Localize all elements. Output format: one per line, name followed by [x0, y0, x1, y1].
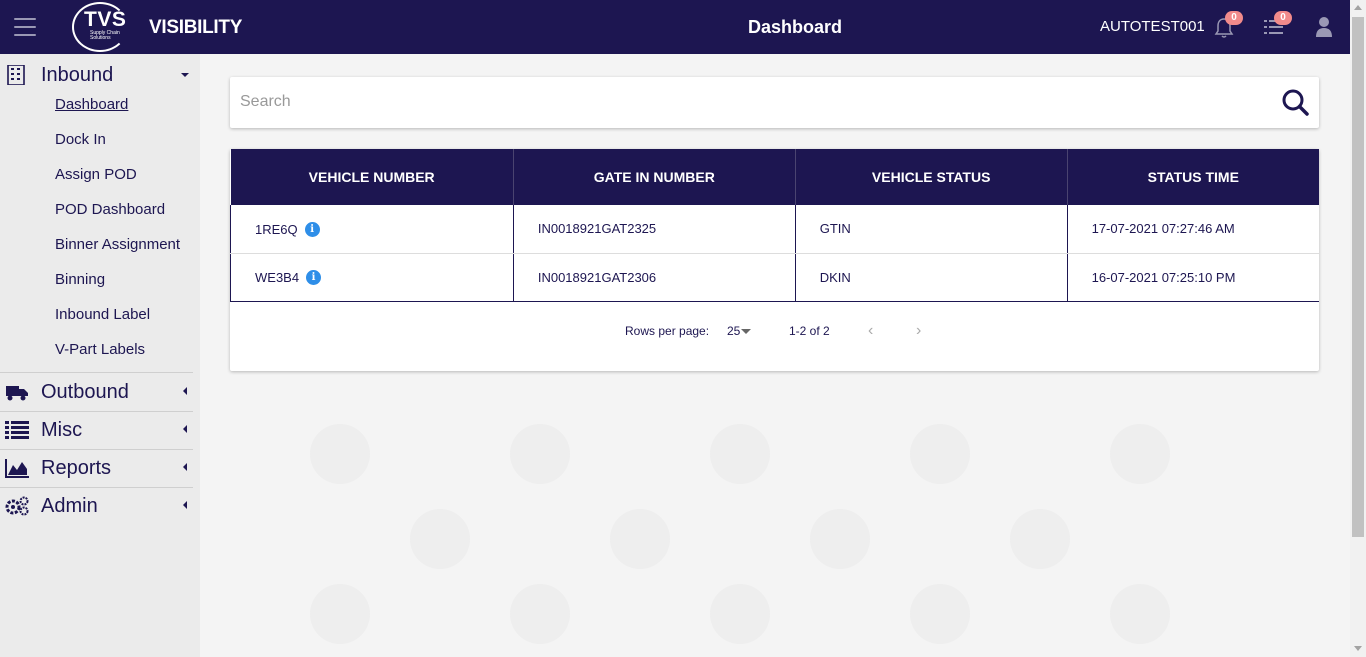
logo-text: TVS: [84, 8, 127, 31]
vehicle-number: WE3B4: [255, 270, 300, 286]
logo-subtext: Supply Chain Solutions: [90, 30, 120, 41]
vehicle-table-card: VEHICLE NUMBER GATE IN NUMBER VEHICLE ST…: [230, 149, 1319, 371]
search-icon[interactable]: [1280, 87, 1310, 117]
sidebar-item-binning[interactable]: Binning: [55, 271, 105, 288]
status-time-cell: 16-07-2021 07:25:10 PM: [1066, 253, 1319, 302]
username[interactable]: AUTOTEST001: [1100, 18, 1205, 35]
caret-left-icon: [183, 425, 187, 433]
sidebar-item-inbound-label[interactable]: Inbound Label: [55, 306, 150, 323]
background-pattern: [710, 424, 770, 484]
sidebar-section-inbound[interactable]: Inbound: [0, 56, 193, 94]
caret-left-icon: [183, 463, 187, 471]
background-pattern: [510, 424, 570, 484]
main-content: VEHICLE NUMBER GATE IN NUMBER VEHICLE ST…: [200, 54, 1350, 657]
background-pattern: [310, 424, 370, 484]
vehicle-number: 1RE6Q: [255, 221, 298, 237]
caret-left-icon: [183, 387, 187, 395]
sidebar-section-label: Admin: [41, 495, 98, 517]
background-pattern: [710, 584, 770, 644]
dropdown-caret-icon[interactable]: [741, 329, 751, 334]
sidebar-section-label: Outbound: [41, 381, 129, 403]
background-pattern: [1110, 424, 1170, 484]
rows-per-page-select[interactable]: 25: [727, 324, 740, 338]
area-chart-icon: [5, 459, 29, 478]
gears-icon: [5, 496, 29, 516]
truck-icon: [6, 386, 28, 401]
hamburger-menu-icon[interactable]: [14, 18, 36, 36]
background-pattern: [610, 509, 670, 569]
building-icon: [7, 65, 25, 85]
table-row[interactable]: WE3B4 i IN0018921GAT2306 DKIN 16-07-2021 …: [230, 253, 1319, 302]
gate-in-number-cell: IN0018921GAT2325: [512, 205, 796, 254]
sidebar-section-admin[interactable]: Admin: [0, 487, 193, 525]
top-bar: TVS Supply Chain Solutions VISIBILITY Da…: [0, 0, 1350, 54]
pagination: Rows per page: 25 1-2 of 2 ‹ ›: [230, 319, 1319, 343]
sidebar-item-pod-dashboard[interactable]: POD Dashboard: [55, 201, 165, 218]
background-pattern: [410, 509, 470, 569]
caret-left-icon: [183, 501, 187, 509]
scroll-down-icon[interactable]: [1354, 646, 1362, 651]
notification-badge: 0: [1225, 11, 1243, 25]
scroll-thumb[interactable]: [1352, 17, 1364, 537]
vehicle-number-cell: WE3B4 i: [230, 253, 514, 302]
sidebar-item-dock-in[interactable]: Dock In: [55, 131, 106, 148]
search-bar: [230, 77, 1319, 128]
column-header-vehicle-number[interactable]: VEHICLE NUMBER: [230, 149, 514, 205]
sidebar-section-label: Misc: [41, 419, 83, 441]
sidebar-item-binner-assignment[interactable]: Binner Assignment: [55, 236, 180, 253]
page-title: Dashboard: [748, 17, 843, 37]
column-header-vehicle-status[interactable]: VEHICLE STATUS: [795, 149, 1068, 205]
background-pattern: [810, 509, 870, 569]
column-header-status-time[interactable]: STATUS TIME: [1067, 149, 1319, 205]
table-row[interactable]: 1RE6Q i IN0018921GAT2325 GTIN 17-07-2021 …: [230, 205, 1319, 254]
sidebar-section-outbound[interactable]: Outbound: [0, 373, 193, 411]
table-header-row: VEHICLE NUMBER GATE IN NUMBER VEHICLE ST…: [230, 149, 1319, 205]
status-time-cell: 17-07-2021 07:27:46 AM: [1066, 205, 1319, 254]
vehicle-status-cell: GTIN: [794, 205, 1068, 254]
background-pattern: [910, 424, 970, 484]
sidebar-section-label: Inbound: [41, 64, 114, 86]
background-pattern: [1110, 584, 1170, 644]
info-icon[interactable]: i: [304, 221, 320, 237]
search-input[interactable]: [240, 89, 1270, 115]
info-icon[interactable]: i: [306, 270, 322, 286]
scroll-up-icon[interactable]: [1354, 5, 1362, 10]
pagination-range: 1-2 of 2: [789, 324, 830, 338]
column-header-gate-in-number[interactable]: GATE IN NUMBER: [513, 149, 796, 205]
vehicle-number-cell: 1RE6Q i: [230, 205, 514, 254]
sidebar-item-v-part-labels[interactable]: V-Part Labels: [55, 341, 145, 358]
gate-in-number-cell: IN0018921GAT2306: [512, 253, 796, 302]
brand-name: VISIBILITY: [149, 17, 243, 38]
list-icon: [5, 421, 29, 439]
rows-per-page-label: Rows per page:: [625, 324, 710, 338]
sidebar: Inbound Dashboard Dock In Assign POD POD…: [0, 54, 200, 657]
vehicle-status-cell: DKIN: [794, 253, 1068, 302]
sidebar-item-dashboard[interactable]: Dashboard: [55, 96, 128, 113]
caret-down-icon: [181, 73, 189, 77]
background-pattern: [510, 584, 570, 644]
background-pattern: [910, 584, 970, 644]
page-scrollbar[interactable]: [1350, 0, 1366, 657]
background-pattern: [1010, 509, 1070, 569]
sidebar-section-reports[interactable]: Reports: [0, 449, 193, 487]
sidebar-section-label: Reports: [41, 457, 112, 479]
background-pattern: [310, 584, 370, 644]
user-icon[interactable]: [1315, 16, 1333, 38]
tasks-badge: 0: [1274, 11, 1292, 25]
vehicle-table: VEHICLE NUMBER GATE IN NUMBER VEHICLE ST…: [230, 149, 1319, 302]
next-page-icon[interactable]: ›: [916, 323, 928, 339]
sidebar-section-misc[interactable]: Misc: [0, 411, 193, 449]
sidebar-item-assign-pod[interactable]: Assign POD: [55, 166, 137, 183]
previous-page-icon[interactable]: ‹: [868, 323, 880, 339]
